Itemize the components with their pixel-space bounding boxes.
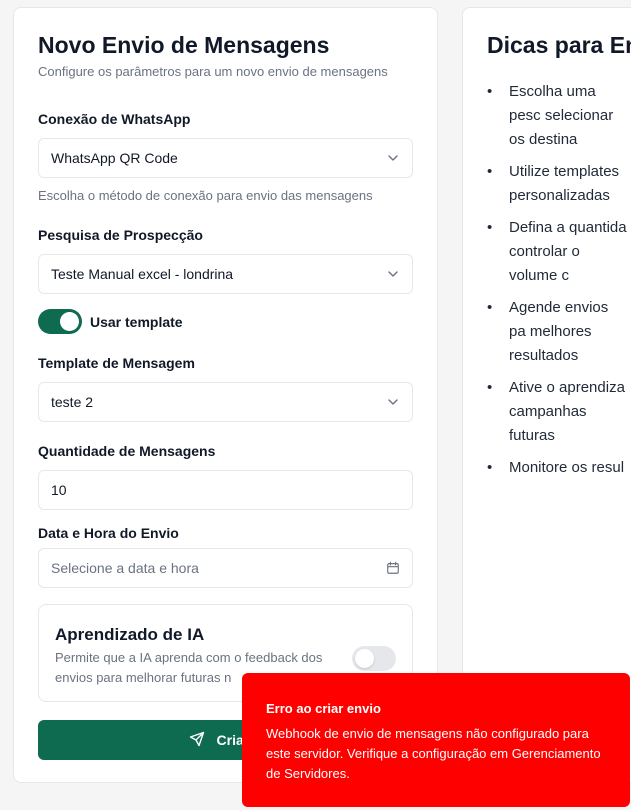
chevron-down-icon xyxy=(386,151,400,165)
quantity-value: 10 xyxy=(51,482,67,498)
connection-select[interactable]: WhatsApp QR Code xyxy=(38,138,413,178)
use-template-toggle[interactable] xyxy=(38,309,82,334)
research-select[interactable]: Teste Manual excel - londrina xyxy=(38,254,413,294)
ai-learning-description-1: Permite que a IA aprenda com o feedback … xyxy=(55,650,323,665)
datetime-placeholder: Selecione a data e hora xyxy=(51,560,199,576)
connection-value: WhatsApp QR Code xyxy=(51,150,178,166)
chevron-down-icon xyxy=(386,267,400,281)
datetime-label: Data e Hora do Envio xyxy=(38,525,179,541)
datetime-input[interactable]: Selecione a data e hora xyxy=(38,548,413,588)
new-send-form-card: Novo Envio de Mensagens Configure os par… xyxy=(13,7,438,783)
tips-card: Dicas para Env Escolha uma pesc selecion… xyxy=(462,7,631,783)
calendar-icon[interactable] xyxy=(386,561,400,575)
send-icon xyxy=(189,731,205,750)
tip-item: Defina a quantida controlar o volume c xyxy=(487,216,627,288)
tip-item: Agende envios pa melhores resultados xyxy=(487,296,627,368)
template-value: teste 2 xyxy=(51,394,94,410)
tip-item: Escolha uma pesc selecionar os destina xyxy=(487,80,624,152)
template-label: Template de Mensagem xyxy=(38,355,195,371)
tips-title: Dicas para Env xyxy=(487,32,631,58)
template-select[interactable]: teste 2 xyxy=(38,382,413,422)
tip-item: Utilize templates personalizadas xyxy=(487,160,627,208)
chevron-down-icon xyxy=(386,395,400,409)
connection-help: Escolha o método de conexão para envio d… xyxy=(38,188,373,203)
connection-label: Conexão de WhatsApp xyxy=(38,111,191,127)
research-value: Teste Manual excel - londrina xyxy=(51,266,234,282)
toast-description: Webhook de envio de mensagens não config… xyxy=(266,726,601,781)
ai-learning-title: Aprendizado de IA xyxy=(55,625,205,644)
use-template-label: Usar template xyxy=(90,314,183,330)
tip-item: Ative o aprendiza campanhas futuras xyxy=(487,376,627,448)
quantity-input[interactable]: 10 xyxy=(38,470,413,510)
quantity-label: Quantidade de Mensagens xyxy=(38,443,216,459)
form-title: Novo Envio de Mensagens xyxy=(38,32,330,58)
tip-item: Monitore os resul xyxy=(487,456,631,480)
ai-learning-toggle[interactable] xyxy=(352,646,396,671)
tips-list: Escolha uma pesc selecionar os destina U… xyxy=(487,80,631,488)
ai-learning-description-2: envios para melhorar futuras n xyxy=(55,670,232,685)
research-label: Pesquisa de Prospecção xyxy=(38,227,203,243)
error-toast[interactable]: Erro ao criar envio Webhook de envio de … xyxy=(242,673,630,807)
form-subtitle: Configure os parâmetros para um novo env… xyxy=(38,64,388,79)
toast-title: Erro ao criar envio xyxy=(266,701,381,716)
